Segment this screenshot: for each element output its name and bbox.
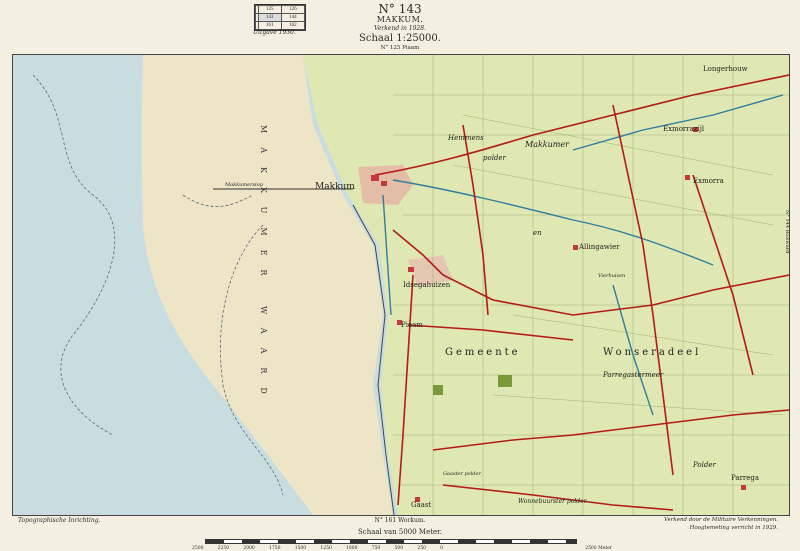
label-piaam: Piaam (401, 321, 423, 329)
label-wonnebuurster: Wonnebuurster polder (518, 498, 588, 505)
map-header: 125 126 143 144 161 162 Uitgave 1930. N° 14… (0, 0, 800, 52)
scale-tick-label: 0 (440, 546, 444, 551)
label-parregastermeer: Parregastermeer (602, 371, 664, 379)
label-idsegahuizen: Idsegahuizen (403, 281, 451, 289)
label-hemmens: Hemmens (447, 134, 484, 142)
label-makkumer: Makkumer (524, 140, 570, 149)
map-footer: Topographische Inrichting. N° 161 Workum… (0, 515, 800, 551)
scale-bar-title: Schaal van 5000 Meter. (357, 528, 442, 536)
wood-patch (433, 385, 443, 395)
map-canvas: Makkum Idsegahuizen Piaam Allingawier Ex… (13, 55, 789, 515)
scale-bar (205, 539, 577, 544)
label-polder1: polder (483, 154, 507, 162)
label-vierhuisen: Vierhuisen (598, 273, 625, 279)
scale-ticks: 2500 2250 2000 1750 1500 1250 1000 750 500 250 0 25… (192, 546, 612, 551)
sheet-number: N° 143 (378, 2, 422, 16)
label-gaast: Gaast (411, 501, 432, 509)
scale-tick-label: 750 (371, 546, 381, 551)
sheet-name: MAKKUM. (376, 15, 424, 24)
scale-tick-label: 2250 (217, 546, 230, 551)
label-exmorra: Exmorra (693, 177, 724, 185)
wood-patch (498, 375, 512, 387)
scale-tick-label: 500 (394, 546, 404, 551)
label-makkum: Makkum (315, 182, 355, 192)
scale-tick-label: 1250 (320, 546, 332, 551)
label-sea-vertical: MAKKUMER WAARD (259, 125, 268, 408)
label-wonseradeel: Wonseradeel (603, 347, 701, 358)
scale-title: Schaal 1:25000. (359, 33, 441, 44)
survey-note: Verkend in 1928. (374, 25, 426, 32)
right-credit: Verkend door de Militaire Verkenningen. (664, 517, 778, 523)
north-neighbour: N° 125 Piaam (380, 45, 420, 51)
scale-tick-label: 1000 (346, 546, 358, 551)
label-polder2: Polder (692, 461, 717, 469)
scale-tick-label: 2000 (243, 546, 255, 551)
label-en: en (533, 229, 542, 237)
label-gemeente: Gemeente (445, 347, 521, 358)
scale-tick-label: 2500 Meter (585, 546, 612, 551)
scale-tick-label: 2500 (192, 546, 204, 551)
label-gaaster: Gaaster polder (443, 471, 481, 477)
label-makkumerslop: Makkumerslop (224, 182, 264, 188)
scale-tick-label: 1500 (294, 546, 307, 551)
scale-tick-label: 1750 (269, 546, 281, 551)
label-parrega: Parrega (731, 474, 759, 482)
scale-tick-label: 250 (417, 546, 426, 551)
label-exmorrazijl: Exmorrazijl (663, 125, 705, 133)
topographic-map[interactable]: Makkum Idsegahuizen Piaam Allingawier Ex… (12, 54, 790, 516)
label-allingawier: Allingawier (578, 243, 620, 251)
east-neighbour: N° 144 Bolsward (784, 210, 790, 254)
label-longerhouw: Longerhouw (703, 65, 748, 73)
